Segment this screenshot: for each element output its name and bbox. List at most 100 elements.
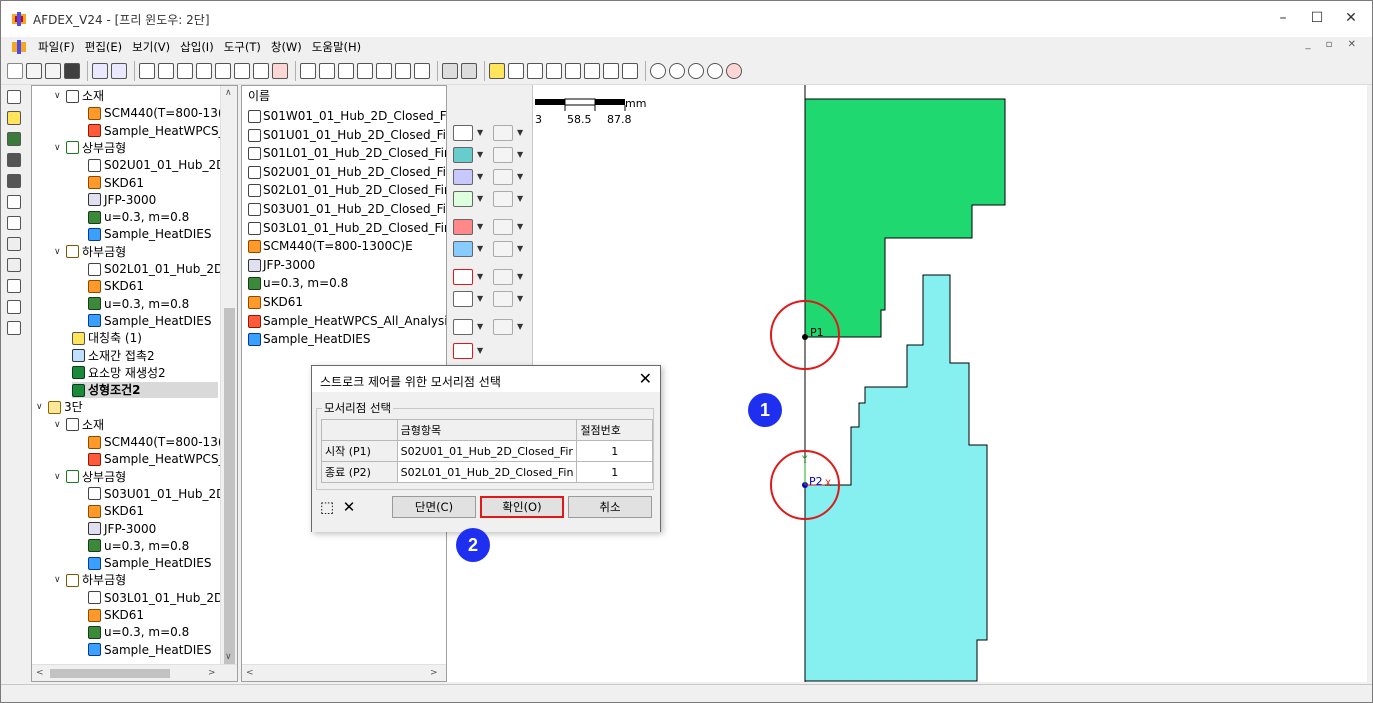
list-header[interactable]: 이름 bbox=[248, 88, 270, 105]
heat-tool-icon[interactable] bbox=[453, 219, 473, 235]
cube-icon[interactable] bbox=[7, 237, 21, 251]
view-8-icon[interactable] bbox=[622, 62, 638, 79]
end-node-cell[interactable]: 1 bbox=[576, 461, 653, 483]
tree-item[interactable]: ∨ 하부금형 bbox=[54, 244, 126, 260]
chevron-down-icon[interactable]: ∨ bbox=[54, 572, 66, 588]
tree-item[interactable]: u=0.3, m=0.8 bbox=[88, 296, 189, 312]
tree-item[interactable]: Sample_HeatWPCS_ bbox=[88, 123, 225, 139]
chevron-down-icon[interactable]: ∨ bbox=[54, 140, 66, 156]
view-5-icon[interactable] bbox=[565, 62, 581, 79]
monitor-3-icon[interactable] bbox=[7, 174, 21, 188]
chevron-down-icon[interactable]: ∨ bbox=[54, 417, 66, 433]
workpiece-tool-icon[interactable] bbox=[453, 147, 473, 163]
tree-scroll-thumb[interactable] bbox=[224, 308, 235, 666]
wrench-icon[interactable] bbox=[414, 62, 430, 79]
list-item[interactable]: u=0.3, m=0.8 bbox=[248, 275, 348, 292]
tree-item[interactable]: ∨ 소재 bbox=[54, 88, 104, 104]
menu-edit[interactable]: 편집(E) bbox=[80, 39, 127, 55]
tree-item[interactable]: S02L01_01_Hub_2D bbox=[88, 261, 223, 277]
view-4-icon[interactable] bbox=[546, 62, 562, 79]
save-icon[interactable] bbox=[64, 62, 80, 79]
zoom-out-icon[interactable] bbox=[669, 62, 685, 79]
die-tool-8-icon[interactable] bbox=[272, 62, 288, 79]
tree-item[interactable]: SKD61 bbox=[88, 278, 144, 294]
menu-file[interactable]: 파일(F) bbox=[33, 39, 80, 55]
maximize-icon[interactable]: ☐ bbox=[1302, 10, 1332, 26]
end-die-cell[interactable]: S02L01_01_Hub_2D_Closed_Fin bbox=[396, 461, 578, 483]
list-item[interactable]: SKD61 bbox=[248, 294, 303, 311]
die-tool-6-icon[interactable] bbox=[234, 62, 250, 79]
list-item[interactable]: Sample_HeatWPCS_All_Analysis bbox=[248, 313, 446, 330]
list-1-icon[interactable] bbox=[7, 195, 21, 209]
tree-item[interactable]: Sample_HeatDIES bbox=[88, 313, 211, 329]
document-icon[interactable] bbox=[11, 40, 27, 54]
list-horizontal-scrollbar[interactable]: < > bbox=[242, 664, 446, 681]
mdi-controls[interactable]: _ ▫ ✕ bbox=[1305, 39, 1362, 50]
tree-item[interactable]: u=0.3, m=0.8 bbox=[88, 538, 189, 554]
tree-item[interactable]: 소재간 접촉2 bbox=[72, 348, 155, 364]
range-icon[interactable] bbox=[7, 258, 21, 272]
grid-icon[interactable] bbox=[7, 279, 21, 293]
list-item[interactable]: Sample_HeatDIES bbox=[248, 331, 370, 348]
tree-item[interactable]: ∨ 상부금형 bbox=[54, 469, 126, 485]
section-button[interactable]: 단면(C) bbox=[392, 496, 476, 518]
list-item[interactable]: S01L01_01_Hub_2D_Closed_Final. bbox=[248, 145, 446, 162]
tree-view-icon[interactable] bbox=[7, 90, 21, 104]
view-7-icon[interactable] bbox=[603, 62, 619, 79]
tree-item[interactable]: JFP-3000 bbox=[88, 192, 156, 208]
die-tool-3-icon[interactable] bbox=[177, 62, 193, 79]
menu-insert[interactable]: 삽입(I) bbox=[175, 39, 219, 55]
tree-item[interactable]: S03U01_01_Hub_2D bbox=[88, 486, 225, 502]
chevron-down-icon[interactable]: ∨ bbox=[54, 88, 66, 104]
chevron-down-icon[interactable]: ∨ bbox=[54, 244, 66, 260]
tree-item[interactable]: 요소망 재생성2 bbox=[72, 365, 166, 381]
tree-item[interactable]: SKD61 bbox=[88, 175, 144, 191]
table-row-end[interactable]: 종료 (P2) S02L01_01_Hub_2D_Closed_Fin 1 bbox=[321, 461, 653, 483]
view-3-icon[interactable] bbox=[527, 62, 543, 79]
view-2-icon[interactable] bbox=[508, 62, 524, 79]
press-tool-icon[interactable] bbox=[453, 169, 473, 185]
upper-die-shape[interactable] bbox=[804, 98, 1006, 338]
tree-hscroll-thumb[interactable] bbox=[50, 669, 170, 678]
list-item[interactable]: SCM440(T=800-1300C)E bbox=[248, 238, 413, 255]
list-item[interactable]: S02L01_01_Hub_2D_Closed_Final. bbox=[248, 182, 446, 199]
heat-die-tool-icon[interactable] bbox=[453, 241, 473, 257]
ok-button[interactable]: 확인(O) bbox=[480, 496, 564, 518]
scroll-up-icon[interactable]: ∧ bbox=[225, 88, 232, 98]
scroll-left-icon[interactable]: < bbox=[246, 668, 254, 678]
chevron-down-icon[interactable]: ∨ bbox=[54, 469, 66, 485]
scroll-right-icon[interactable]: > bbox=[430, 668, 438, 678]
rotate-icon[interactable] bbox=[726, 62, 742, 79]
table-row-start[interactable]: 시작 (P1) S02U01_01_Hub_2D_Closed_Fir 1 bbox=[321, 440, 653, 462]
menu-window[interactable]: 창(W) bbox=[266, 39, 307, 55]
material-db-icon[interactable] bbox=[7, 111, 21, 125]
tree-vertical-scrollbar[interactable]: ∧ ∨ bbox=[220, 86, 237, 666]
dialog-close-icon[interactable]: ✕ bbox=[639, 369, 652, 388]
tree-item[interactable]: SKD61 bbox=[88, 503, 144, 519]
stroke-tool-icon[interactable] bbox=[453, 343, 473, 359]
menu-tools[interactable]: 도구(T) bbox=[219, 39, 266, 55]
die-tool-1-icon[interactable] bbox=[139, 62, 155, 79]
die-tool-2-icon[interactable] bbox=[158, 62, 174, 79]
start-die-cell[interactable]: S02U01_01_Hub_2D_Closed_Fir bbox=[396, 440, 578, 462]
start-node-cell[interactable]: 1 bbox=[576, 440, 653, 462]
tree-item[interactable]: S03L01_01_Hub_2D bbox=[88, 590, 223, 606]
friction-tool-icon[interactable] bbox=[453, 191, 473, 207]
close-icon[interactable]: ✕ bbox=[1336, 10, 1366, 26]
import-icon[interactable] bbox=[92, 62, 108, 79]
pan-hand-icon[interactable] bbox=[707, 62, 723, 79]
tree-item[interactable]: 대칭축 (1) bbox=[72, 330, 142, 346]
tree-item[interactable]: SCM440(T=800-13( bbox=[88, 434, 223, 450]
view-6-icon[interactable] bbox=[584, 62, 600, 79]
die-tool-7-icon[interactable] bbox=[253, 62, 269, 79]
contact-tool-icon[interactable] bbox=[453, 269, 473, 285]
tree-horizontal-scrollbar[interactable]: < > bbox=[32, 664, 237, 681]
list-item[interactable]: S03L01_01_Hub_2D_Closed_Final. bbox=[248, 220, 446, 237]
menu-help[interactable]: 도움말(H) bbox=[307, 39, 366, 55]
die-tool-4-icon[interactable] bbox=[196, 62, 212, 79]
point-p1-marker[interactable] bbox=[802, 334, 808, 340]
cancel-button[interactable]: 취소 bbox=[568, 496, 652, 518]
pick-point-icon[interactable]: ⬚ bbox=[318, 498, 336, 516]
delete-icon[interactable]: ✕ bbox=[340, 498, 358, 516]
export-icon[interactable] bbox=[111, 62, 127, 79]
